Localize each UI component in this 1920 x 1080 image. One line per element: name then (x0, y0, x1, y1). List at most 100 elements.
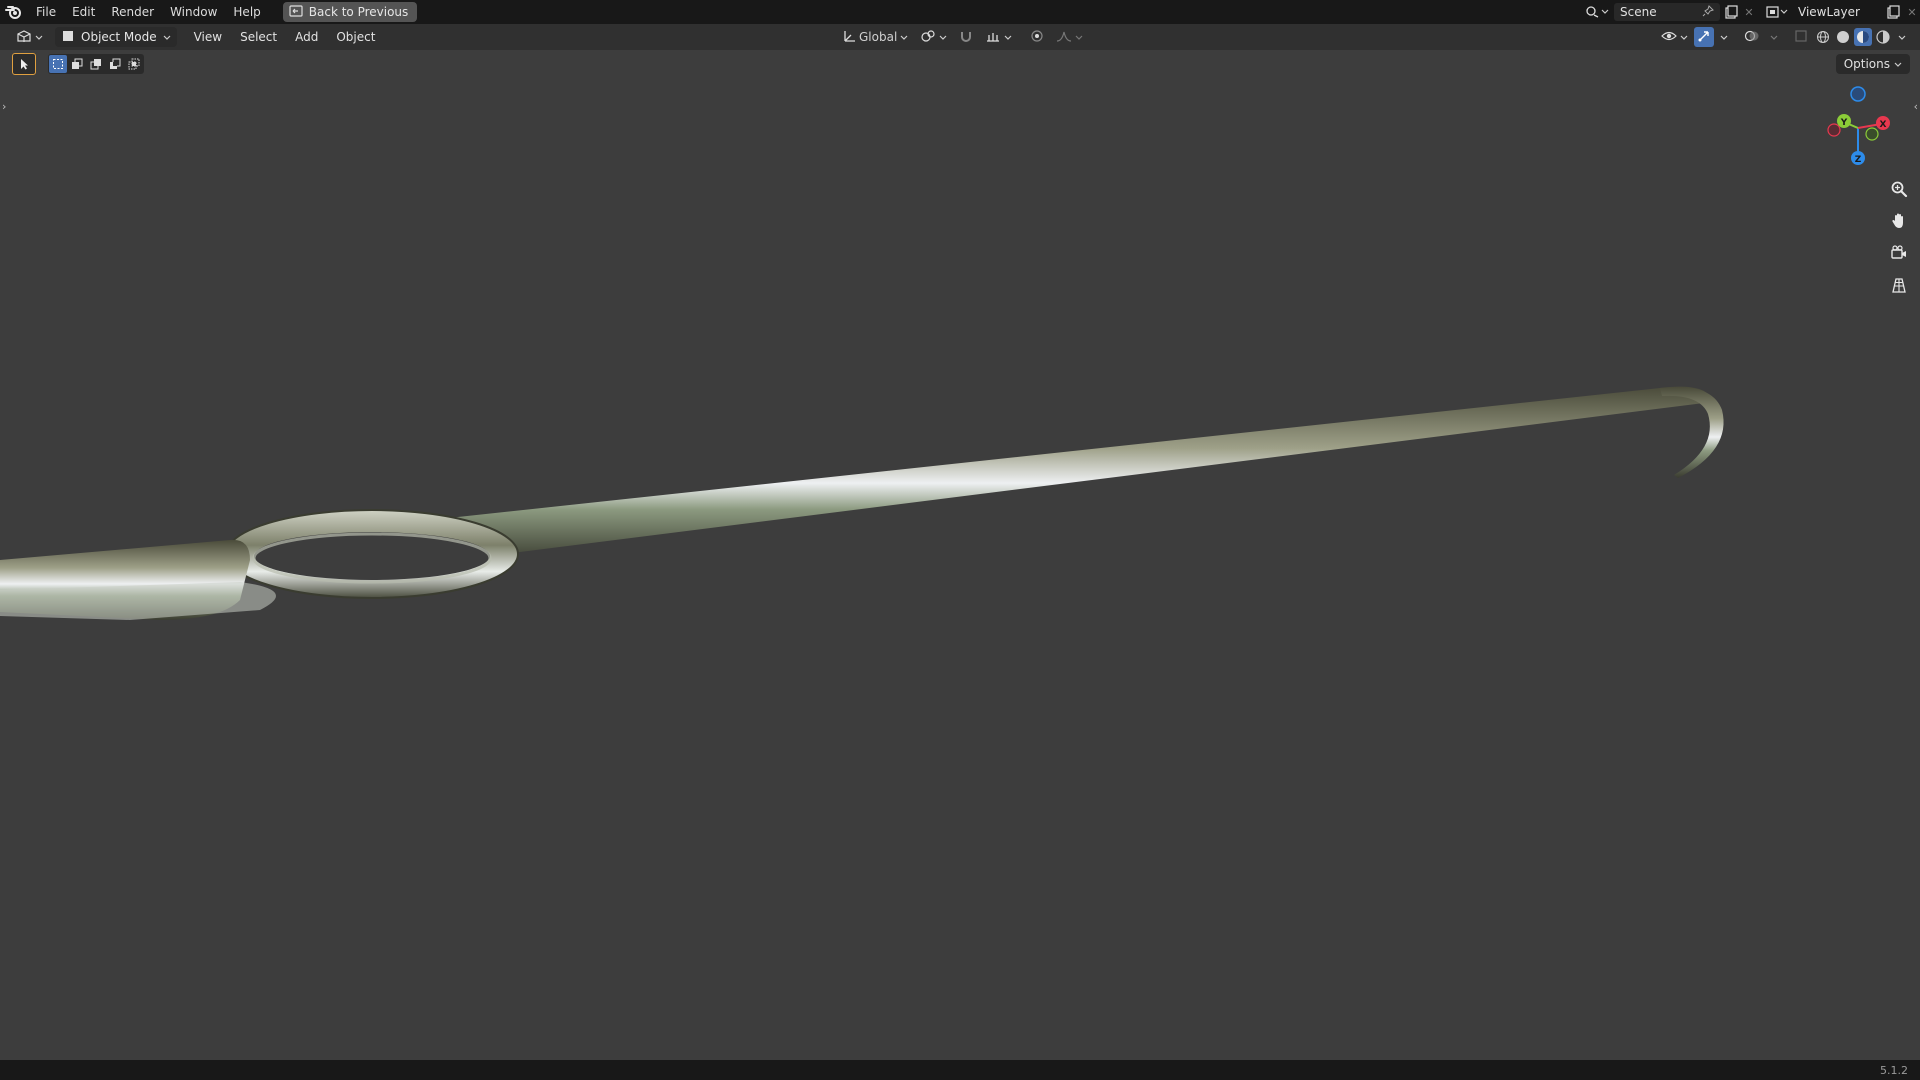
pivot-point-dropdown[interactable] (916, 27, 951, 47)
chevron-down-icon (900, 30, 908, 44)
header-menu-view[interactable]: View (185, 30, 231, 44)
header-menu-select[interactable]: Select (231, 30, 286, 44)
topbar-right: Scene ✕ ViewLayer ✕ (1582, 0, 1920, 24)
wireframe-shading-button[interactable] (1814, 28, 1832, 46)
selection-mode-group (48, 54, 144, 74)
pivot-icon (920, 29, 936, 46)
viewport-header: Object Mode View Select Add Object Globa… (0, 24, 1920, 50)
proportional-falloff-dropdown[interactable] (1052, 27, 1087, 47)
pan-hand-icon[interactable] (1886, 208, 1912, 234)
proportional-editing-toggle[interactable] (1026, 27, 1048, 47)
header-menu-object[interactable]: Object (327, 30, 384, 44)
scene-selector-icon[interactable] (1582, 2, 1612, 22)
eye-icon (1661, 29, 1677, 46)
chevron-down-icon (1770, 30, 1778, 44)
header-right-tools (1657, 24, 1910, 50)
snap-increment-icon (985, 29, 1001, 46)
menu-edit[interactable]: Edit (64, 0, 103, 24)
back-screen-icon (289, 4, 303, 20)
options-label: Options (1843, 57, 1890, 71)
select-cursor-icon (21, 59, 28, 70)
version-label: 5.1.2 (1880, 1063, 1908, 1077)
zoom-icon[interactable] (1886, 176, 1912, 202)
top-bar: File Edit Render Window Help Back to Pre… (0, 0, 1920, 24)
menu-render[interactable]: Render (103, 0, 162, 24)
blender-logo-icon[interactable] (0, 0, 28, 24)
scene-name: Scene (1620, 5, 1657, 19)
chevron-down-icon (1004, 30, 1012, 44)
overlays-dropdown[interactable] (1766, 27, 1782, 47)
xray-icon (1794, 29, 1808, 46)
select-subtract-button[interactable] (87, 55, 105, 73)
back-to-previous-label: Back to Previous (308, 5, 409, 19)
object-mode-icon (61, 29, 75, 46)
view-layer-field[interactable]: ViewLayer (1792, 3, 1882, 21)
menu-file[interactable]: File (28, 0, 64, 24)
gizmo-icon (1697, 29, 1711, 46)
chevron-down-icon (939, 30, 947, 44)
scene-render (0, 386, 1724, 620)
neg-z-axis-handle (1850, 86, 1866, 102)
navigation-gizmo[interactable]: Y X Z (1826, 84, 1906, 174)
overlays-icon (1744, 29, 1760, 46)
object-mode-dropdown[interactable]: Object Mode (55, 27, 177, 47)
chevron-down-icon (163, 30, 171, 44)
chevron-down-icon (1894, 57, 1902, 71)
chevron-down-icon (1720, 30, 1728, 44)
status-bar: 5.1.2 (0, 1060, 1920, 1080)
chevron-down-icon (1075, 30, 1083, 44)
orientation-axes-icon (842, 29, 856, 46)
neg-x-axis-handle (1827, 123, 1841, 137)
chevron-down-icon (1898, 30, 1906, 44)
chevron-down-icon (35, 30, 43, 44)
solid-shading-button[interactable] (1834, 28, 1852, 46)
right-sidebar-toggle-icon[interactable]: ‹ (1914, 100, 1918, 113)
material-preview-shading-button[interactable] (1854, 28, 1872, 46)
back-to-previous-button[interactable]: Back to Previous (282, 2, 418, 22)
left-toolbar-toggle-icon[interactable]: › (2, 100, 6, 113)
new-scene-icon[interactable] (1720, 2, 1742, 22)
chevron-down-icon (1680, 30, 1688, 44)
neg-y-axis-handle (1865, 127, 1879, 141)
shading-options-dropdown[interactable] (1894, 27, 1910, 47)
view-layer-selector-icon[interactable] (1762, 2, 1792, 22)
select-invert-button[interactable] (106, 55, 124, 73)
gizmos-dropdown[interactable] (1716, 27, 1732, 47)
falloff-curve-icon (1056, 29, 1072, 46)
proportional-editing-icon (1030, 29, 1044, 46)
perspective-grid-icon[interactable] (1886, 272, 1912, 298)
select-set-new-button[interactable] (49, 55, 67, 73)
pin-icon[interactable] (1702, 4, 1714, 20)
new-view-layer-icon[interactable] (1882, 2, 1904, 22)
active-tool-button[interactable] (12, 53, 36, 75)
header-center-tools: Global (838, 24, 1087, 50)
select-extend-button[interactable] (68, 55, 86, 73)
transform-orientation-dropdown[interactable]: Global (838, 27, 912, 47)
object-mode-label: Object Mode (81, 30, 157, 44)
needle-shaft (430, 386, 1712, 562)
editor-type-dropdown[interactable] (12, 27, 47, 47)
snap-target-dropdown[interactable] (981, 27, 1016, 47)
gizmos-toggle[interactable] (1694, 27, 1714, 47)
overlays-toggle[interactable] (1740, 27, 1764, 47)
camera-view-icon[interactable] (1886, 240, 1912, 266)
snap-toggle[interactable] (955, 27, 977, 47)
scene-name-field[interactable]: Scene (1614, 3, 1720, 21)
header-menu-add[interactable]: Add (286, 30, 327, 44)
options-dropdown[interactable]: Options (1835, 54, 1910, 74)
tool-settings-row (12, 52, 144, 76)
select-intersect-button[interactable] (125, 55, 143, 73)
visibility-dropdown[interactable] (1657, 27, 1692, 47)
navigation-tools (1886, 176, 1912, 298)
menu-help[interactable]: Help (225, 0, 268, 24)
delete-view-layer-icon[interactable]: ✕ (1904, 2, 1920, 22)
gizmo-z-label: Z (1855, 155, 1862, 165)
rendered-shading-button[interactable] (1874, 28, 1892, 46)
gizmo-y-label: Y (1840, 118, 1848, 128)
3d-viewport[interactable]: › ‹ (0, 50, 1920, 1060)
magnet-icon (959, 29, 973, 46)
editor-type-icon (16, 29, 32, 46)
xray-toggle[interactable] (1790, 27, 1812, 47)
delete-scene-icon[interactable]: ✕ (1742, 2, 1756, 22)
menu-window[interactable]: Window (162, 0, 225, 24)
